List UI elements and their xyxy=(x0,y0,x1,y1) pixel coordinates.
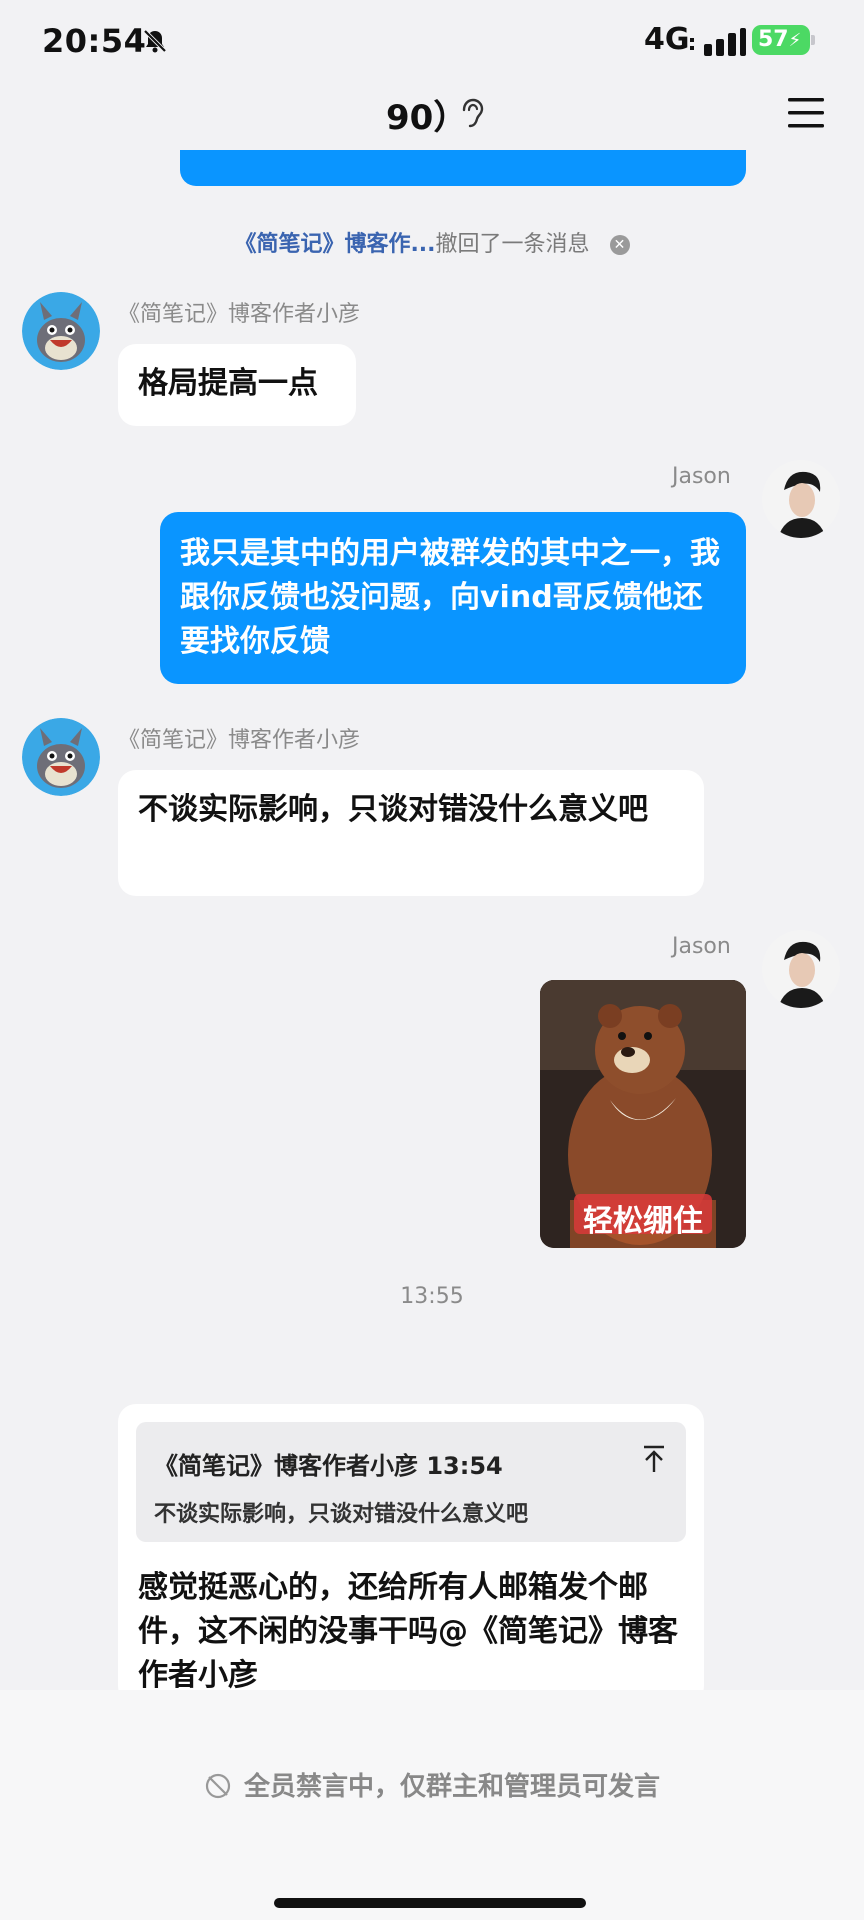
sender-name: 《简笔记》博客作者小彦 xyxy=(118,302,361,327)
reply-message-bubble[interactable]: 《简笔记》博客作者小彦 13:54 不谈实际影响，只谈对错没什么意义吧 感觉挺恶… xyxy=(118,1404,704,1704)
sender-name: Jason xyxy=(672,934,731,959)
recall-notice: 《简笔记》博客作...撤回了一条消息 ✕ xyxy=(0,226,864,258)
avatar-jason[interactable] xyxy=(762,930,840,1008)
bell-muted-icon xyxy=(143,29,167,53)
battery-indicator: 57⚡ xyxy=(752,25,815,55)
home-indicator[interactable] xyxy=(274,1898,586,1908)
charging-icon: ⚡ xyxy=(788,30,802,51)
earpiece-mode-icon[interactable] xyxy=(456,96,486,130)
mute-text: 全员禁言中，仅群主和管理员可发言 xyxy=(243,1772,660,1802)
sticker-caption: 轻松绷住 xyxy=(583,1204,703,1239)
network-type: 4G xyxy=(644,22,690,57)
recall-sender[interactable]: 《简笔记》博客作... xyxy=(234,232,435,257)
mute-notice: 全员禁言中，仅群主和管理员可发言 xyxy=(0,1766,864,1803)
recall-text: 撤回了一条消息 xyxy=(435,232,590,257)
reply-text: 感觉挺恶心的，还给所有人邮箱发个邮件，这不闲的没事干吗@《简笔记》博客作者小彦 xyxy=(138,1570,678,1693)
menu-icon[interactable] xyxy=(786,96,826,130)
quoted-message[interactable]: 《简笔记》博客作者小彦 13:54 不谈实际影响，只谈对错没什么意义吧 xyxy=(136,1422,686,1542)
input-area-muted: 全员禁言中，仅群主和管理员可发言 xyxy=(0,1690,864,1920)
battery-level: 57 xyxy=(758,27,789,52)
status-time: 20:54 xyxy=(42,22,147,60)
signal-icon xyxy=(690,28,746,56)
sticker-image[interactable]: 轻松绷住 xyxy=(540,980,746,1248)
message-bubble[interactable]: 我只是其中的用户被群发的其中之一，我跟你反馈也没问题，向vind哥反馈他还要找你… xyxy=(160,512,746,684)
mute-icon xyxy=(205,1773,231,1799)
jump-to-top-icon[interactable] xyxy=(640,1444,668,1474)
quote-header: 《简笔记》博客作者小彦 13:54 xyxy=(154,1452,503,1480)
sender-name: 《简笔记》博客作者小彦 xyxy=(118,728,361,753)
avatar-totoro[interactable] xyxy=(22,718,100,796)
close-icon[interactable]: ✕ xyxy=(609,235,630,255)
sender-name: Jason xyxy=(672,464,731,489)
avatar-jason[interactable] xyxy=(762,460,840,538)
message-bubble[interactable]: 不谈实际影响，只谈对错没什么意义吧 xyxy=(118,770,704,896)
quote-text: 不谈实际影响，只谈对错没什么意义吧 xyxy=(154,1502,529,1527)
time-separator: 13:55 xyxy=(400,1284,464,1309)
message-bubble[interactable]: 格局提高一点 xyxy=(118,344,356,426)
message-bubble-partial[interactable] xyxy=(180,150,746,186)
avatar-totoro[interactable] xyxy=(22,292,100,370)
